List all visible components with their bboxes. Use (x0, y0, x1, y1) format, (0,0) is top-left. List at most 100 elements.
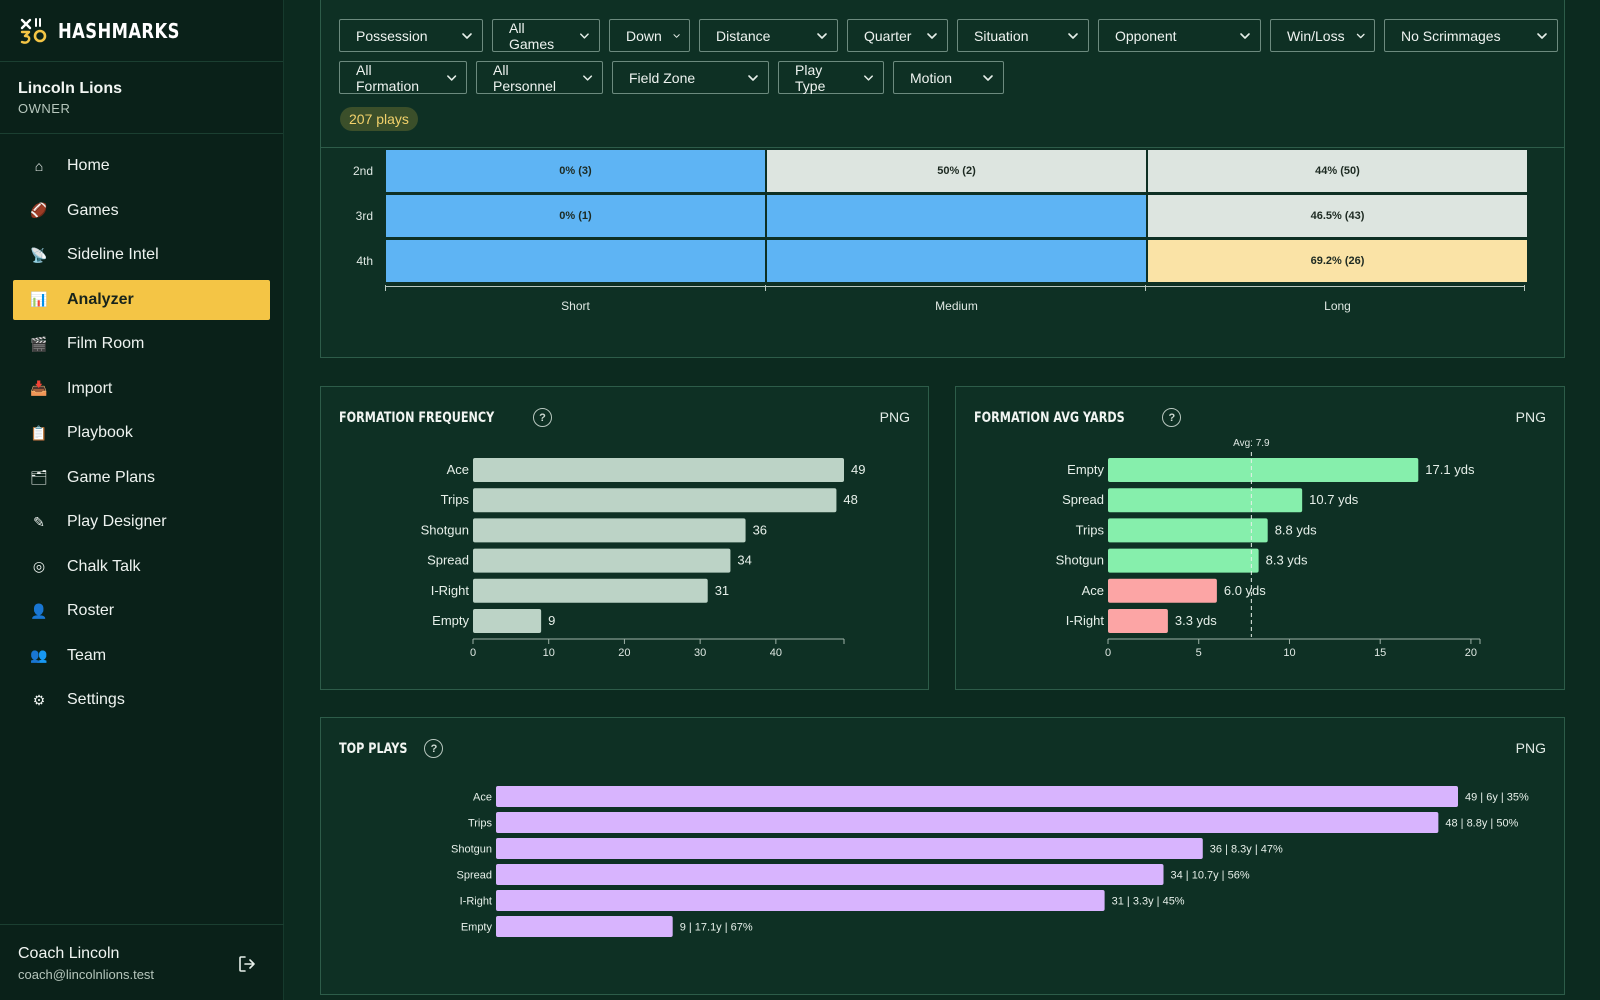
brand[interactable]: HASHMARKS (0, 0, 283, 62)
sidebar-item-home[interactable]: ⌂ Home (13, 146, 270, 186)
filter-motion-select[interactable]: Motion (893, 61, 1004, 94)
filter-label: Win/Loss (1287, 27, 1345, 44)
bar-category-label: Trips (468, 818, 493, 830)
sidebar-item-playbook[interactable]: 📋 Playbook (13, 413, 270, 453)
sidebar-item-games[interactable]: 🏈 Games (13, 191, 270, 231)
bar-value-label: 9 | 17.1y | 67% (680, 922, 753, 934)
user-info: Coach Lincoln coach@lincolnlions.test (0, 924, 284, 1000)
bar-value-label: 31 (715, 583, 729, 598)
chevron-down-icon (580, 32, 589, 39)
heatmap-cell[interactable] (767, 195, 1146, 237)
sidebar-item-label: Game Plans (67, 468, 156, 486)
panel-divider (321, 147, 1564, 148)
sidebar-item-label: Playbook (67, 424, 133, 441)
heatmap-cell[interactable]: 44% (50) (1148, 150, 1527, 192)
chevron-down-icon (748, 74, 758, 81)
sidebar-item-roster[interactable]: 👤 Roster (13, 591, 270, 631)
x-axis-tick-label: 15 (1374, 647, 1386, 659)
bar-trips (496, 812, 1439, 833)
heatmap-cell[interactable]: 46.5% (43) (1148, 195, 1527, 237)
filter-label: Opponent (1115, 27, 1177, 44)
filter-all-games-select[interactable]: All Games (492, 19, 600, 52)
x-axis-tick-label: 40 (770, 647, 782, 659)
sidebar-item-label: Play Designer (67, 513, 167, 530)
brand-name: HASHMARKS (58, 18, 180, 43)
filter-label: All Personnel (493, 61, 557, 94)
chevron-down-icon (1537, 32, 1547, 39)
bar-value-label: 6.0 yds (1224, 583, 1266, 598)
filter-distance-select[interactable]: Distance (699, 19, 838, 52)
sidebar-item-settings[interactable]: ⚙ Settings (13, 680, 270, 720)
org-info: Lincoln Lions OWNER (0, 62, 283, 134)
sidebar-nav: ⌂ Home 🏈 Games 📡 Sideline Intel 📊 Analyzer 🎬 Film… (0, 134, 283, 720)
bar-value-label: 8.3 yds (1266, 553, 1308, 568)
filter-no-scrimmages-select[interactable]: No Scrimmages (1384, 19, 1558, 52)
chevron-down-icon (582, 74, 592, 81)
heatmap-axis-tick (385, 285, 386, 291)
sidebar-item-chalk-talk[interactable]: ◎ Chalk Talk (13, 547, 270, 587)
sidebar-item-sideline-intel[interactable]: 📡 Sideline Intel (13, 235, 270, 275)
filter-down-select[interactable]: Down (609, 19, 690, 52)
chevron-down-icon (1068, 32, 1078, 39)
x-axis-tick-label: 20 (1465, 647, 1477, 659)
filter-label: Down (626, 27, 662, 44)
bar-spread (1108, 488, 1303, 513)
chevron-down-icon (817, 32, 827, 39)
sidebar-item-film-room[interactable]: 🎬 Film Room (13, 324, 270, 364)
sidebar-item-analyzer[interactable]: 📊 Analyzer (13, 279, 270, 320)
heatmap-cell[interactable]: 50% (2) (767, 150, 1146, 192)
heatmap-cell[interactable]: 0% (1) (386, 195, 765, 237)
filter-label: All Games (509, 19, 555, 52)
clipboard-icon: 📋 (30, 424, 48, 441)
chevron-down-icon (673, 33, 680, 38)
filter-win-loss-select[interactable]: Win/Loss (1270, 19, 1375, 52)
bar-category-label: Trips (441, 492, 470, 507)
bar-trips (473, 488, 837, 513)
filter-field-zone-select[interactable]: Field Zone (612, 61, 769, 94)
bar-category-label: Shotgun (451, 844, 492, 856)
heatmap-column-label: Medium (935, 299, 978, 313)
bar-value-label: 36 | 8.3y | 47% (1210, 844, 1283, 856)
filter-all-personnel-select[interactable]: All Personnel (476, 61, 603, 94)
sidebar-item-label: Home (67, 157, 110, 174)
sidebar-item-play-designer[interactable]: ✎ Play Designer (13, 502, 270, 542)
filter-possession-select[interactable]: Possession (339, 19, 483, 52)
sidebar-item-label: Team (67, 646, 107, 664)
heatmap-cell[interactable]: 69.2% (26) (1148, 240, 1527, 282)
sidebar-item-team[interactable]: 👥 Team (13, 636, 270, 676)
heatmap-axis (385, 286, 1524, 287)
bar-empty (473, 609, 542, 633)
sidebar-item-game-plans[interactable]: 🗂 Game Plans (13, 458, 270, 498)
clapper-icon: 🎬 (30, 335, 48, 352)
filter-label: Situation (974, 27, 1029, 44)
filters-panel: Possession All Games Down Distance Quarter Si… (320, 0, 1565, 358)
filter-situation-select[interactable]: Situation (957, 19, 1089, 52)
heatmap-axis-tick (765, 285, 766, 291)
filter-opponent-select[interactable]: Opponent (1098, 19, 1261, 52)
heatmap-cell[interactable] (386, 240, 765, 282)
heatmap-cell[interactable]: 0% (3) (386, 150, 765, 192)
sidebar-item-label: Import (67, 379, 113, 397)
filter-play-type-select[interactable]: Play Type (778, 61, 884, 94)
chevron-down-icon (927, 32, 937, 39)
sidebar: HASHMARKS Lincoln Lions OWNER ⌂ Home 🏈 Game… (0, 0, 284, 1000)
bar-value-label: 48 (843, 492, 857, 507)
filter-all-formation-select[interactable]: All Formation (339, 61, 467, 94)
bar-spread (496, 864, 1164, 885)
logout-icon[interactable] (238, 955, 256, 973)
top-plays-panel: TOP PLAYS ? PNG Ace 49 | 6y | 35% Trips 48 … (320, 717, 1565, 995)
bar-value-label: 17.1 yds (1425, 462, 1475, 477)
bar-value-label: 31 | 3.3y | 45% (1112, 896, 1185, 908)
folder-icon: 🗂 (30, 469, 48, 485)
bar-ace (1108, 578, 1217, 603)
bar-category-label: I-Right (460, 896, 492, 908)
bar-ace (473, 458, 844, 482)
bar-value-label: 48 | 8.8y | 50% (1445, 818, 1518, 830)
bar-category-label: Spread (457, 870, 492, 882)
bar-category-label: Empty (1067, 462, 1104, 477)
heatmap-cell[interactable] (767, 240, 1146, 282)
sidebar-item-import[interactable]: 📥 Import (13, 369, 270, 409)
filter-quarter-select[interactable]: Quarter (847, 19, 948, 52)
formation-frequency-chart: Ace 49 Trips 48 Shotgun 36 Spread 34 I-Right 31 Em… (421, 458, 865, 659)
filter-label: Motion (910, 69, 953, 86)
